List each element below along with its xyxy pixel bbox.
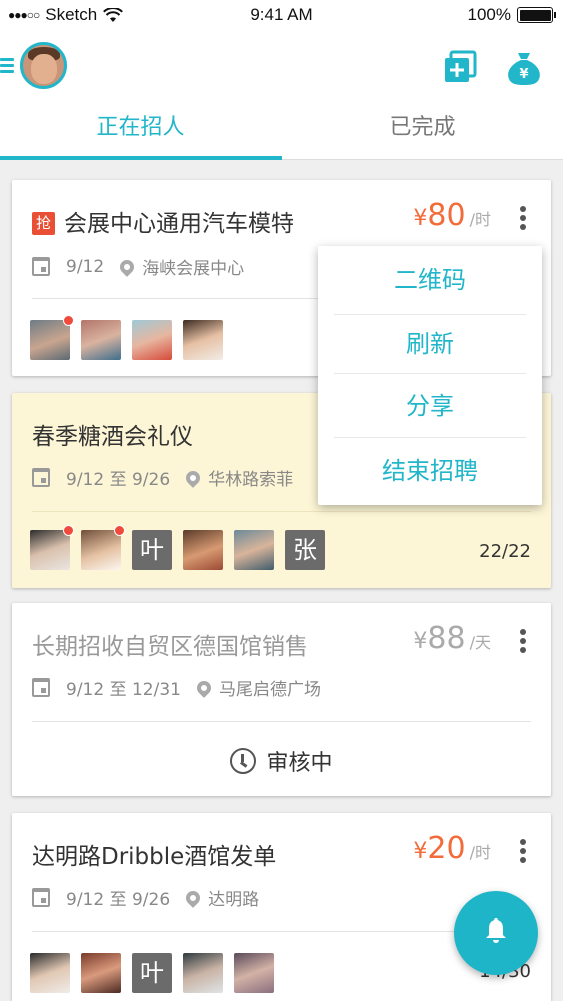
new-badge	[63, 315, 74, 326]
battery-percent: 100%	[467, 5, 511, 24]
svg-text:¥: ¥	[519, 67, 528, 82]
job-date: 9/12 至 9/26	[66, 470, 171, 490]
job-location: 达明路	[208, 890, 260, 910]
applicant-avatar[interactable]	[183, 320, 223, 360]
applicant-avatar[interactable]: 叶	[132, 530, 172, 570]
user-avatar[interactable]	[20, 42, 67, 89]
urgent-tag: 抢	[32, 212, 55, 235]
status-bar: ●●●○○ Sketch 9:41 AM 100%	[0, 0, 563, 32]
applicant-avatar[interactable]	[30, 315, 74, 360]
job-location: 海峡会展中心	[142, 259, 245, 279]
menu-divider	[334, 437, 526, 438]
applicant-avatar[interactable]	[234, 530, 274, 570]
job-title: 达明路Dribble酒馆发单	[32, 844, 277, 870]
menu-item-end-recruiting[interactable]: 结束招聘	[334, 439, 526, 503]
money-bag-icon[interactable]: ¥	[504, 48, 544, 88]
applicant-avatar[interactable]	[234, 953, 274, 993]
menu-item-qrcode[interactable]: 二维码	[334, 248, 526, 312]
more-options-icon[interactable]	[519, 629, 527, 655]
calendar-icon	[32, 257, 50, 276]
menu-item-share[interactable]: 分享	[334, 374, 526, 438]
job-date: 9/12 至 12/31	[66, 680, 181, 700]
more-options-icon[interactable]	[519, 839, 527, 865]
applicant-avatar[interactable]	[30, 525, 74, 570]
applicant-avatars: 叶	[30, 953, 274, 993]
tab-bar: 正在招人 已完成	[0, 100, 563, 160]
calendar-icon	[32, 888, 50, 907]
applicant-count: 22/22	[479, 541, 531, 562]
clock-icon	[230, 748, 257, 774]
review-status: 审核中	[266, 751, 333, 776]
applicant-avatar[interactable]	[81, 320, 121, 360]
job-price: ¥80/时	[413, 198, 491, 233]
notification-fab[interactable]	[454, 891, 538, 975]
job-title: 春季糖酒会礼仪	[32, 424, 193, 450]
bell-icon	[486, 918, 506, 943]
new-badge	[114, 525, 125, 536]
tab-completed[interactable]: 已完成	[282, 100, 563, 160]
job-price: ¥88/天	[413, 621, 491, 656]
job-card[interactable]: 长期招收自贸区德国馆销售 ¥88/天 9/12 至 12/31 马尾启德广场 审…	[12, 603, 551, 796]
calendar-icon	[32, 468, 50, 487]
job-location: 华林路索菲	[208, 470, 294, 490]
job-date: 9/12	[66, 256, 105, 277]
applicant-avatar[interactable]	[81, 953, 121, 993]
divider	[32, 721, 531, 722]
location-icon	[183, 887, 204, 908]
new-badge	[63, 525, 74, 536]
active-tab-indicator	[0, 156, 282, 160]
applicant-avatar[interactable]: 张	[285, 530, 325, 570]
job-title: 长期招收自贸区德国馆销售	[32, 634, 308, 660]
location-icon	[117, 256, 138, 277]
applicant-avatars: 叶 张	[30, 525, 325, 570]
job-date: 9/12 至 9/26	[66, 890, 171, 910]
menu-item-refresh[interactable]: 刷新	[334, 312, 526, 376]
applicant-avatar[interactable]	[81, 525, 125, 570]
location-icon	[194, 677, 214, 698]
app-bar: ¥	[0, 32, 563, 100]
options-dropdown: 二维码 刷新 分享 结束招聘	[318, 246, 542, 505]
applicant-avatar[interactable]	[30, 953, 70, 993]
tab-recruiting[interactable]: 正在招人	[0, 100, 281, 160]
more-options-icon[interactable]	[519, 206, 527, 232]
job-price: ¥20/时	[413, 831, 491, 866]
add-job-icon[interactable]	[440, 48, 480, 88]
battery-icon	[517, 7, 556, 23]
menu-icon[interactable]	[0, 58, 14, 74]
calendar-icon	[32, 678, 50, 697]
divider	[32, 511, 531, 512]
applicant-avatars	[30, 315, 223, 360]
job-location: 马尾启德广场	[218, 680, 321, 700]
applicant-avatar[interactable]	[132, 320, 172, 360]
applicant-avatar[interactable]: 叶	[132, 953, 172, 993]
location-icon	[183, 467, 204, 488]
applicant-avatar[interactable]	[183, 953, 223, 993]
applicant-avatar[interactable]	[183, 530, 223, 570]
job-title: 会展中心通用汽车模特	[64, 211, 294, 237]
